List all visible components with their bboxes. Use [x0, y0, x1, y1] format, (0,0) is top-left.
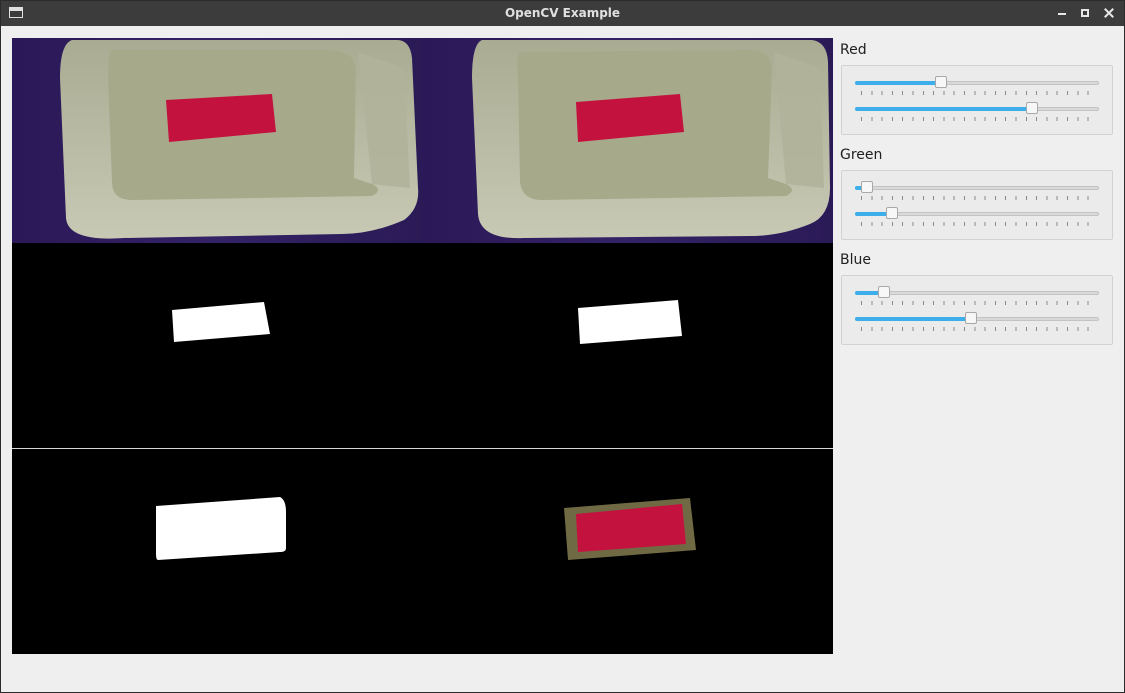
image-display-grid [12, 38, 833, 654]
slider-handle[interactable] [935, 76, 948, 88]
blue-group-title: Blue [840, 252, 871, 268]
maximize-icon[interactable] [1077, 5, 1093, 21]
close-icon[interactable] [1101, 5, 1117, 21]
blue-min-slider[interactable] [855, 285, 1099, 307]
slider-handle[interactable] [965, 312, 978, 324]
red-max-slider[interactable] [855, 101, 1099, 123]
green-group-title: Green [840, 147, 883, 163]
dilated-mask-blob [156, 497, 286, 560]
slider-handle[interactable] [1025, 102, 1038, 114]
title-bar[interactable]: OpenCV Example [1, 1, 1124, 26]
result-frame [12, 449, 833, 654]
blue-group [841, 275, 1113, 345]
minimize-icon[interactable] [1054, 5, 1070, 21]
green-min-slider[interactable] [855, 180, 1099, 202]
camera-frame-left [12, 38, 422, 243]
mask-frame [12, 243, 833, 448]
red-min-slider[interactable] [855, 75, 1099, 97]
app-window: OpenCV Example Red Green Blue [0, 0, 1125, 693]
slider-handle[interactable] [878, 286, 891, 298]
blue-max-slider[interactable] [855, 311, 1099, 333]
red-group-title: Red [840, 42, 867, 58]
slider-handle[interactable] [886, 207, 899, 219]
green-max-slider[interactable] [855, 206, 1099, 228]
slider-handle[interactable] [860, 181, 873, 193]
red-group [841, 65, 1113, 135]
green-group [841, 170, 1113, 240]
window-title: OpenCV Example [504, 6, 621, 20]
camera-frame-right [422, 38, 833, 243]
